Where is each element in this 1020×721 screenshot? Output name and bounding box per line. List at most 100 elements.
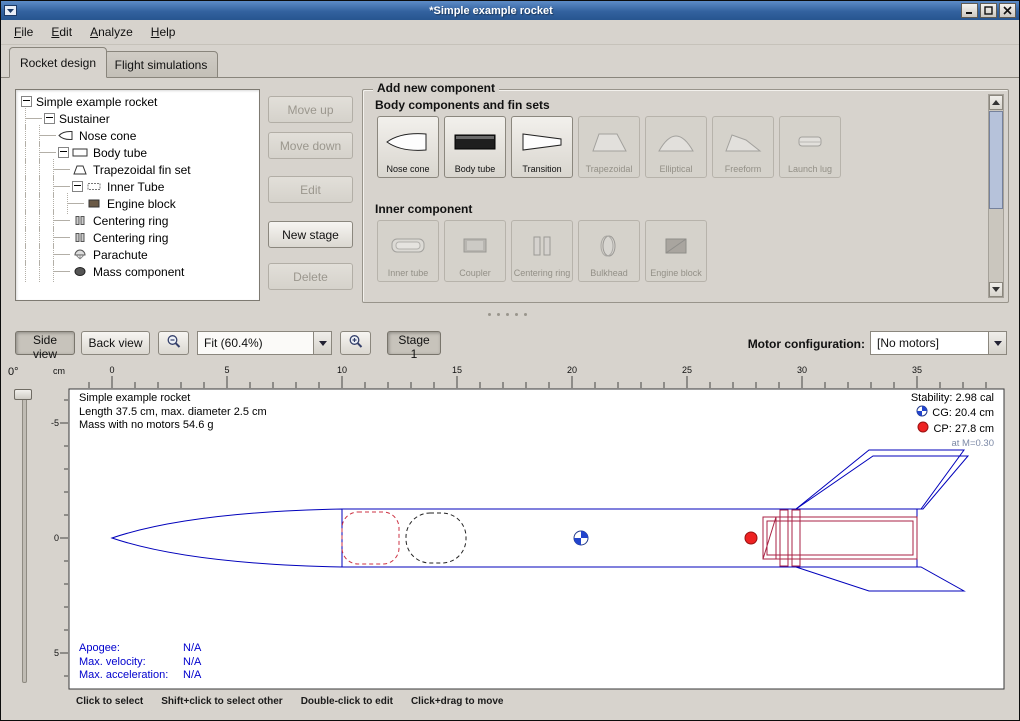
svg-text:5: 5 [224, 365, 229, 375]
rocket-dimensions: Length 37.5 cm, max. diameter 2.5 cm [79, 406, 267, 420]
scrollbar-thumb[interactable] [989, 111, 1003, 209]
window-menu-icon[interactable] [4, 5, 17, 16]
svg-text:0: 0 [109, 365, 114, 375]
motor-config-label: Motor configuration: [727, 337, 865, 351]
status-hints: Click to select Shift+click to select ot… [76, 696, 503, 707]
close-button[interactable] [999, 3, 1016, 18]
tab-rocket-design[interactable]: Rocket design [9, 47, 107, 78]
bulkhead-icon [586, 224, 632, 268]
rotation-slider[interactable] [13, 387, 33, 685]
menubar: File Edit Analyze Help [1, 20, 1019, 45]
menu-edit[interactable]: Edit [42, 22, 81, 42]
delete-button: Delete [268, 263, 353, 290]
inner-tube-icon [385, 224, 431, 268]
collapse-icon[interactable] [72, 181, 83, 192]
stability-legend: Stability: 2.98 cal CG: 20.4 cm CP: 27.8… [911, 391, 994, 451]
collapse-icon[interactable] [44, 113, 55, 124]
move-down-button: Move down [268, 132, 353, 159]
zoom-out-button[interactable] [158, 331, 189, 355]
slider-track [22, 389, 27, 683]
back-view-button[interactable]: Back view [81, 331, 150, 355]
cg-value: CG: 20.4 cm [911, 405, 994, 421]
cg-icon [916, 405, 928, 421]
rocket-info: Simple example rocket Length 37.5 cm, ma… [79, 392, 267, 433]
zoom-select[interactable]: Fit (60.4%) [197, 331, 332, 355]
tree-item-rocket[interactable]: Simple example rocket [18, 93, 257, 110]
slider-handle[interactable] [14, 389, 32, 400]
nose-cone-icon [58, 130, 74, 141]
fin-icon [72, 164, 88, 175]
svg-text:5: 5 [54, 648, 59, 658]
launch-lug-icon [787, 120, 833, 164]
add-body-tube-button[interactable]: Body tube [444, 116, 506, 178]
freeform-fin-icon [720, 120, 766, 164]
add-nose-cone-button[interactable]: Nose cone [377, 116, 439, 178]
add-bulkhead-button: Bulkhead [578, 220, 640, 282]
elliptical-fin-icon [653, 120, 699, 164]
stage-1-toggle[interactable]: Stage 1 [387, 331, 441, 355]
engine-block-icon [86, 198, 102, 209]
dropdown-arrow-icon[interactable] [313, 332, 331, 354]
tab-flight-simulations[interactable]: Flight simulations [104, 51, 218, 78]
flight-data: Apogee:N/A Max. velocity:N/A Max. accele… [79, 642, 201, 683]
mass-component-icon [72, 266, 88, 277]
collapse-icon[interactable] [58, 147, 69, 158]
mach-note: at M=0.30 [911, 437, 994, 451]
minimize-button[interactable] [961, 3, 978, 18]
centering-ring-icon [72, 232, 88, 243]
menu-help[interactable]: Help [142, 22, 185, 42]
motor-config-select[interactable]: [No motors] [870, 331, 1007, 355]
add-transition-button[interactable]: Transition [511, 116, 573, 178]
add-engine-block-button: Engine block [645, 220, 707, 282]
component-tree: Simple example rocket Sustainer Nose con… [15, 89, 260, 301]
centering-ring-icon [72, 215, 88, 226]
body-components-label: Body components and fin sets [375, 98, 550, 112]
collapse-icon[interactable] [21, 96, 32, 107]
svg-text:20: 20 [567, 365, 577, 375]
component-panel-scrollbar[interactable] [988, 94, 1004, 298]
add-elliptical-fin-button: Elliptical [645, 116, 707, 178]
svg-text:35: 35 [912, 365, 922, 375]
svg-text:10: 10 [337, 365, 347, 375]
tab-bar: Rocket design Flight simulations [1, 45, 1019, 78]
zoom-in-button[interactable] [340, 331, 371, 355]
parachute-icon [72, 249, 88, 260]
rocket-name: Simple example rocket [79, 392, 267, 406]
svg-text:-5: -5 [51, 418, 59, 428]
cg-marker [574, 531, 588, 545]
tree-item-nose-cone[interactable]: Nose cone [18, 127, 257, 144]
inner-tube-icon [86, 181, 102, 192]
zoom-out-icon [166, 334, 182, 352]
add-inner-tube-button: Inner tube [377, 220, 439, 282]
coupler-icon [452, 224, 498, 268]
svg-text:25: 25 [682, 365, 692, 375]
trapezoidal-fin-icon [586, 120, 632, 164]
edit-button: Edit [268, 176, 353, 203]
engine-block-icon [653, 224, 699, 268]
add-freeform-fin-button: Freeform [712, 116, 774, 178]
add-trapezoidal-fin-button: Trapezoidal [578, 116, 640, 178]
scroll-up-icon[interactable] [989, 95, 1003, 110]
svg-text:30: 30 [797, 365, 807, 375]
move-up-button: Move up [268, 96, 353, 123]
add-launch-lug-button: Launch lug [779, 116, 841, 178]
cp-value: CP: 27.8 cm [911, 421, 994, 437]
menu-analyze[interactable]: Analyze [81, 22, 142, 42]
rocket-mass: Mass with no motors 54.6 g [79, 419, 267, 433]
design-canvas[interactable] [69, 389, 1004, 689]
tree-item-sustainer[interactable]: Sustainer [18, 110, 257, 127]
add-coupler-button: Coupler [444, 220, 506, 282]
tree-item-mass-component[interactable]: Mass component [18, 263, 257, 280]
dropdown-arrow-icon[interactable] [988, 332, 1006, 354]
inner-component-label: Inner component [375, 202, 472, 216]
maximize-button[interactable] [980, 3, 997, 18]
new-stage-button[interactable]: New stage [268, 221, 353, 248]
body-tube-icon [452, 120, 498, 164]
menu-file[interactable]: File [5, 22, 42, 42]
split-handle[interactable] [488, 311, 534, 317]
side-view-button[interactable]: Side view [15, 331, 75, 355]
body-tube-icon [72, 147, 88, 158]
titlebar[interactable]: *Simple example rocket [1, 1, 1019, 20]
scroll-down-icon[interactable] [989, 282, 1003, 297]
add-component-panel: Add new component Body components and fi… [362, 89, 1009, 303]
